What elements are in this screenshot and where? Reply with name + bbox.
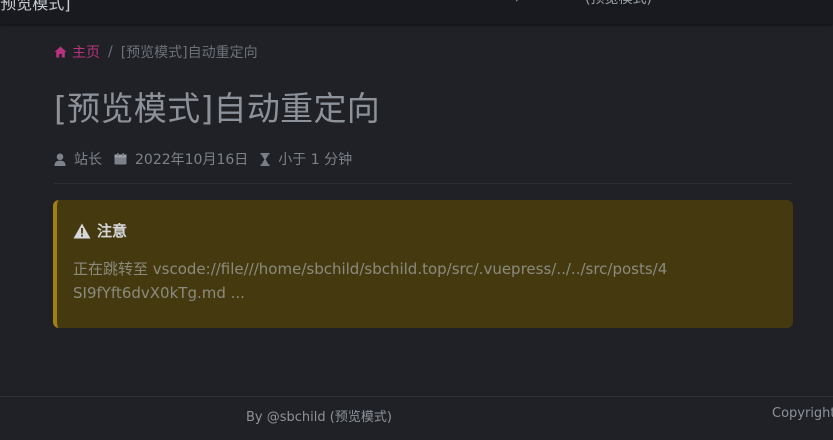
top-navbar: [预览模式] / (预览模式) [0,0,833,24]
breadcrumb-current[interactable]: [预览模式]自动重定向 [121,42,258,62]
breadcrumb-home-link[interactable]: 主页 [54,42,100,62]
breadcrumb: 主页 / [预览模式]自动重定向 [54,42,258,62]
navbar-item[interactable]: / [516,0,521,4]
alert-message: 正在跳转至 vscode://file///home/sbchild/sbchi… [73,260,668,302]
breadcrumb-home-label: 主页 [72,45,100,61]
breadcrumb-separator: / [108,44,113,60]
footer-copyright: Copyright [772,406,833,421]
reading-time: 小于 1 分钟 [278,152,353,168]
alert-title: 注意 [73,220,777,241]
navbar-item[interactable]: (预览模式) [585,0,652,8]
footer-byline: By @sbchild (预览模式) [246,410,392,425]
author-info: 站长 [54,149,102,169]
article-meta: 站长 2022年10月16日 小于 1 分钟 [54,149,364,169]
page-footer: By @sbchild (预览模式) Copyright [0,396,833,440]
publish-date: 2022年10月16日 [135,152,249,168]
page-title: [预览模式]自动重定向 [54,89,381,128]
date-info: 2022年10月16日 [114,149,248,169]
hourglass-icon [260,152,270,166]
warning-alert: 注意 正在跳转至 vscode://file///home/sbchild/sb… [53,200,793,328]
divider [54,183,792,184]
home-icon [54,46,67,58]
author-name[interactable]: 站长 [74,149,102,169]
alert-title-text: 注意 [97,222,128,240]
user-icon [54,153,66,166]
reading-time-info: 小于 1 分钟 [260,149,352,169]
calendar-icon [114,153,127,165]
warning-icon [73,223,91,238]
site-title[interactable]: [预览模式] [0,0,71,14]
